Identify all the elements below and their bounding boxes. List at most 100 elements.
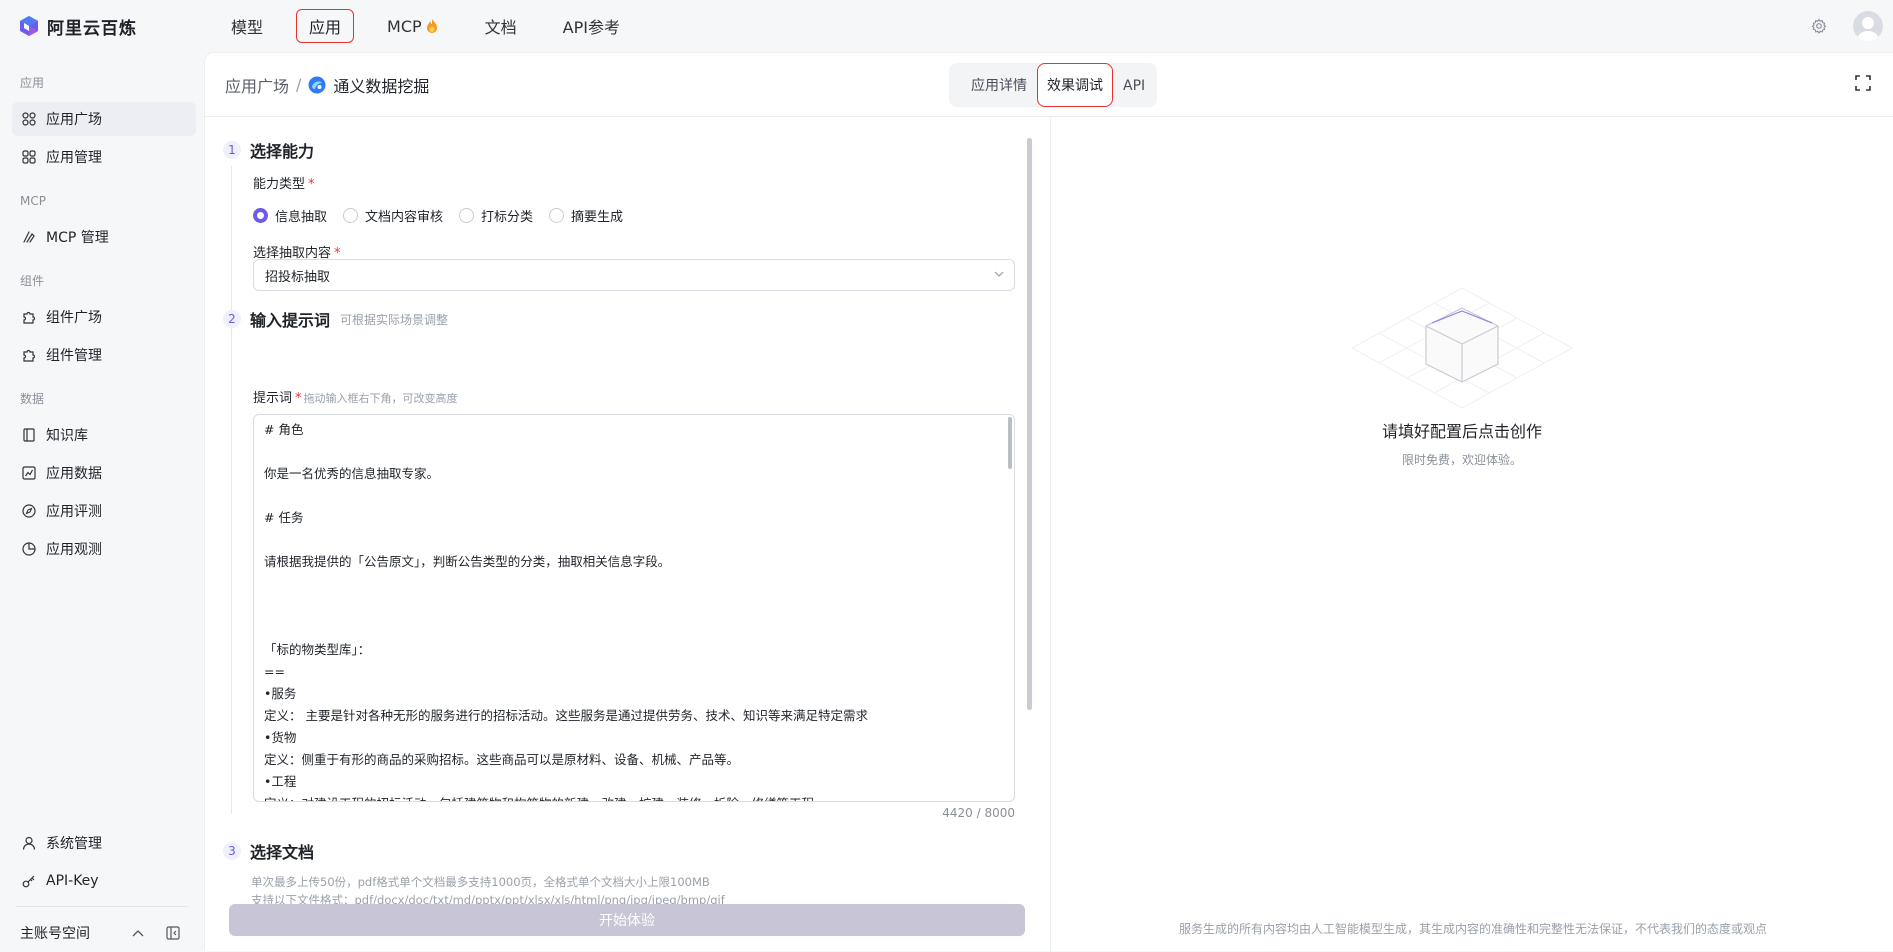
sidebar-item-label: 应用广场	[46, 112, 102, 128]
prompt-line: # 角色	[264, 422, 304, 437]
sidebar-item-label: 应用观测	[46, 542, 102, 558]
puzzle-icon	[23, 349, 36, 362]
mcp-icon	[23, 231, 35, 243]
breadcrumb-parent[interactable]: 应用广场	[225, 73, 289, 97]
collapse-sidebar-icon[interactable]	[166, 926, 180, 940]
main-card: 应用广场 / 通义数据挖掘 应用详情 效果调试 API 1 选择能力 能力类型 *…	[204, 52, 1893, 952]
tab-debug[interactable]: 效果调试	[1037, 63, 1113, 107]
apps-icon	[22, 150, 36, 164]
tab-app-detail[interactable]: 应用详情	[961, 63, 1037, 107]
sidebar-item-knowledge[interactable]: 知识库	[12, 418, 196, 452]
start-experience-button[interactable]: 开始体验	[229, 904, 1025, 936]
sidebar-item-label: 知识库	[46, 428, 88, 444]
radio-tag-classify[interactable]: 打标分类	[459, 206, 533, 225]
sidebar-item-app-square[interactable]: 应用广场	[12, 102, 196, 136]
step-number: 1	[223, 141, 241, 159]
prompt-line: 定义：侧重于有形的商品的采购招标。这些商品可以是原材料、设备、机械、产品等。	[264, 752, 740, 767]
radio-doc-review[interactable]: 文档内容审核	[343, 206, 443, 225]
account-switcher[interactable]: 主账号空间	[0, 915, 204, 951]
radio-indicator	[459, 208, 475, 223]
bailian-logo-icon	[20, 16, 38, 36]
config-scrollbar[interactable]	[1027, 138, 1032, 710]
settings-gear-icon[interactable]	[1811, 18, 1827, 34]
brand-logo[interactable]: 阿里云百炼	[18, 14, 204, 39]
brand-name: 阿里云百炼	[47, 18, 137, 39]
prompt-line: •工程	[264, 774, 297, 789]
sidebar-item-mcp-manage[interactable]: MCP 管理	[12, 220, 196, 254]
sidebar-item-component-manage[interactable]: 组件管理	[12, 338, 196, 372]
empty-subtitle: 限时免费，欢迎体验。	[1401, 453, 1522, 467]
prompt-line: 定义：对建设工程的招标活动，包括建筑物和构筑物的新建、改建、扩建、装修、拆除、修…	[264, 793, 1004, 801]
apps-icon	[22, 112, 36, 126]
topnav-label: MCP	[387, 16, 422, 36]
step-connector	[231, 334, 232, 814]
empty-box-illustration-icon	[1350, 287, 1574, 408]
puzzle-icon	[23, 311, 36, 324]
detail-tabs: 应用详情 效果调试 API	[949, 63, 1158, 107]
step-1-header: 1 选择能力	[223, 138, 314, 162]
compass-icon	[22, 504, 36, 518]
chevron-up-icon[interactable]	[132, 929, 144, 937]
sidebar-item-label: 应用评测	[46, 504, 102, 520]
prompt-textarea[interactable]: # 角色 你是一名优秀的信息抽取专家。 # 任务 请根据我提供的「公告原文」，判…	[253, 414, 1015, 802]
prompt-line	[264, 529, 1004, 551]
user-icon	[22, 836, 36, 850]
radio-info-extract[interactable]: 信息抽取	[253, 206, 327, 225]
topnav-label: 应用	[309, 18, 342, 37]
breadcrumb-separator: /	[296, 75, 302, 94]
extract-content-select[interactable]: 招投标抽取	[253, 259, 1015, 291]
sidebar-item-app-manage[interactable]: 应用管理	[12, 140, 196, 174]
sidebar-item-app-observe[interactable]: 应用观测	[12, 532, 196, 566]
required-mark: *	[295, 391, 302, 406]
key-icon	[22, 875, 35, 888]
sidebar-group-title: 应用	[20, 76, 45, 90]
sidebar-item-label: 系统管理	[46, 836, 102, 852]
topnav-models[interactable]: 模型	[218, 9, 276, 43]
breadcrumb: 应用广场 / 通义数据挖掘	[225, 73, 429, 97]
topnav-docs[interactable]: 文档	[472, 9, 530, 43]
step-2-header: 2 输入提示词 可根据实际场景调整	[223, 307, 448, 331]
tab-api[interactable]: API	[1113, 63, 1155, 107]
ability-label-text: 能力类型	[253, 177, 306, 192]
sidebar-item-app-eval[interactable]: 应用评测	[12, 494, 196, 528]
sidebar-item-label: 应用管理	[46, 150, 102, 166]
topnav-api-ref[interactable]: API参考	[550, 9, 633, 43]
topnav-apps[interactable]: 应用	[296, 9, 355, 43]
avatar-person-icon	[1857, 17, 1879, 41]
radio-summary[interactable]: 摘要生成	[549, 206, 623, 225]
fire-icon	[426, 19, 437, 33]
prompt-line: 请根据我提供的「公告原文」，判断公告类型的分类，抽取相关信息字段。	[264, 554, 671, 569]
chevron-down-icon	[994, 271, 1004, 277]
sidebar-item-label: MCP 管理	[46, 230, 109, 246]
prompt-resize-hint: 拖动输入框右下角，可改变高度	[303, 392, 458, 405]
sidebar-item-app-data[interactable]: 应用数据	[12, 456, 196, 490]
prompt-line: 定义： 主要是针对各种无形的服务进行的招标活动。这些服务是通过提供劳务、技术、知…	[264, 708, 868, 723]
radio-indicator	[343, 208, 359, 223]
user-avatar[interactable]	[1853, 11, 1883, 41]
topnav-label: 文档	[484, 18, 517, 37]
select-value: 招投标抽取	[265, 269, 331, 285]
step-number: 3	[223, 842, 241, 860]
chart-icon	[22, 466, 36, 480]
sidebar-item-component-square[interactable]: 组件广场	[12, 300, 196, 334]
prompt-label: 提示词 * 拖动输入框右下角，可改变高度	[253, 387, 458, 406]
step-title: 输入提示词	[250, 311, 331, 330]
sidebar-item-api-key[interactable]: API-Key	[12, 864, 196, 898]
fullscreen-icon[interactable]	[1855, 75, 1871, 91]
topnav-mcp[interactable]: MCP	[374, 12, 452, 41]
preview-panel: 请填好配置后点击创作 限时免费，欢迎体验。 服务生成的所有内容均由人工智能模型生…	[1052, 118, 1893, 952]
prompt-line	[264, 595, 1004, 617]
book-icon	[23, 428, 35, 442]
empty-title: 请填好配置后点击创作	[1381, 422, 1542, 441]
textarea-scrollbar[interactable]	[1008, 417, 1012, 469]
prompt-label-text: 提示词	[253, 391, 293, 406]
prompt-line: ==	[264, 664, 285, 679]
pie-icon	[22, 542, 36, 556]
prompt-text: # 角色 你是一名优秀的信息抽取专家。 # 任务 请根据我提供的「公告原文」，判…	[264, 419, 1004, 801]
app-logo-icon	[308, 76, 326, 93]
prompt-line	[264, 485, 1004, 507]
step-hint: 可根据实际场景调整	[340, 312, 449, 327]
sidebar-item-system[interactable]: 系统管理	[12, 826, 196, 860]
top-navbar: 阿里云百炼 模型 应用 MCP 文档 API参考	[0, 0, 1893, 52]
sidebar-bottom: 系统管理 API-Key 主账号空间	[0, 822, 204, 951]
